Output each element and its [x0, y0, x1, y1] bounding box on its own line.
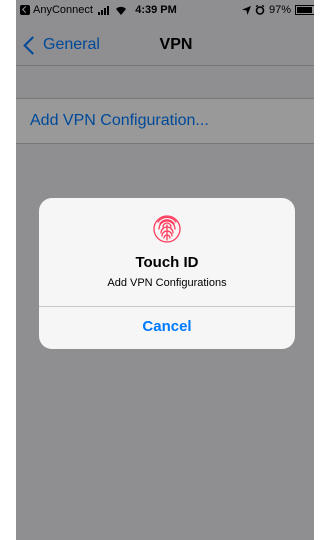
- touch-id-alert: Touch ID Add VPN Configurations Cancel: [39, 198, 295, 349]
- fingerprint-icon: [153, 215, 181, 243]
- cancel-button[interactable]: Cancel: [39, 307, 295, 349]
- alert-message: Add VPN Configurations: [107, 277, 227, 289]
- phone-screen: AnyConnect 4:39 PM 97% General VPN Add V…: [16, 0, 314, 540]
- alert-title: Touch ID: [135, 254, 199, 271]
